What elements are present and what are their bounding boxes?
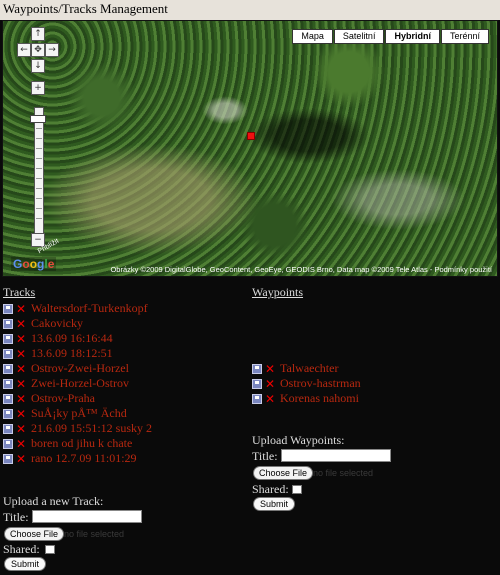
list-item: ✕ Ostrov-Praha xyxy=(3,391,152,406)
delete-icon[interactable]: ✕ xyxy=(16,408,27,420)
map-copyright: Obrázky ©2009 DigitalGlobe, GeoContent, … xyxy=(110,265,492,274)
list-item: ✕ SuÅ¡ky pÅ™ Ächd xyxy=(3,406,152,421)
google-logo: Google xyxy=(11,257,57,271)
save-icon[interactable] xyxy=(252,363,262,374)
save-icon[interactable] xyxy=(3,333,13,344)
delete-icon[interactable]: ✕ xyxy=(16,393,27,405)
center-icon[interactable]: ✥ xyxy=(31,43,45,57)
delete-icon[interactable]: ✕ xyxy=(16,303,27,315)
track-name[interactable]: Zwei-Horzel-Ostrov xyxy=(31,376,129,391)
zoom-slider-handle[interactable] xyxy=(30,115,46,123)
save-icon[interactable] xyxy=(3,303,13,314)
delete-icon[interactable]: ✕ xyxy=(265,393,276,405)
pan-up-icon[interactable]: ↑ xyxy=(31,27,45,41)
track-name[interactable]: Ostrov-Praha xyxy=(31,391,95,406)
waypoint-file-status: no file selected xyxy=(313,468,374,478)
save-icon[interactable] xyxy=(3,423,13,434)
map-type-bar: Mapa Satelitní Hybridní Terénní xyxy=(291,29,489,44)
track-file-status: no file selected xyxy=(64,529,125,539)
zoom-in-icon[interactable]: + xyxy=(31,81,45,95)
map-type-hybrid-button[interactable]: Hybridní xyxy=(385,29,440,44)
track-name[interactable]: boren od jihu k chate xyxy=(31,436,132,451)
list-item: ✕ Cakovicky xyxy=(3,316,152,331)
waypoint-shared-checkbox[interactable] xyxy=(292,485,302,494)
waypoint-list: ✕ Talwaechter ✕ Ostrov-hastrman ✕ Korenas n… xyxy=(252,361,361,406)
page-title: Waypoints/Tracks Management xyxy=(0,0,500,20)
track-name[interactable]: 21.6.09 15:51:12 susky 2 xyxy=(31,421,152,436)
list-item: ✕ Ostrov-Zwei-Horzel xyxy=(3,361,152,376)
upload-waypoints-heading: Upload Waypoints: xyxy=(252,433,345,447)
save-icon[interactable] xyxy=(3,318,13,329)
save-icon[interactable] xyxy=(3,393,13,404)
waypoint-marker-icon[interactable] xyxy=(247,132,255,140)
delete-icon[interactable]: ✕ xyxy=(16,363,27,375)
track-choose-file-button[interactable]: Choose File xyxy=(4,527,65,541)
waypoint-title-input[interactable] xyxy=(281,449,391,462)
delete-icon[interactable]: ✕ xyxy=(16,423,27,435)
save-icon[interactable] xyxy=(3,408,13,419)
zoom-slider[interactable] xyxy=(34,107,44,234)
save-icon[interactable] xyxy=(3,363,13,374)
map-type-terrain-button[interactable]: Terénní xyxy=(440,29,489,44)
list-item: ✕ Talwaechter xyxy=(252,361,361,376)
upload-track-heading: Upload a new Track: xyxy=(3,494,104,508)
track-shared-label: Shared: xyxy=(3,542,40,556)
list-item: ✕ rano 12.7.09 11:01:29 xyxy=(3,451,152,466)
save-icon[interactable] xyxy=(3,378,13,389)
waypoint-title-label: Title: xyxy=(252,449,278,463)
waypoint-choose-file-button[interactable]: Choose File xyxy=(253,466,314,480)
track-name[interactable]: Ostrov-Zwei-Horzel xyxy=(31,361,129,376)
pan-down-icon[interactable]: ↓ xyxy=(31,59,45,73)
pan-right-icon[interactable]: → xyxy=(45,43,59,57)
pan-left-icon[interactable]: ← xyxy=(17,43,31,57)
track-title-label: Title: xyxy=(3,510,29,524)
track-name[interactable]: SuÅ¡ky pÅ™ Ächd xyxy=(31,406,127,421)
list-item: ✕ boren od jihu k chate xyxy=(3,436,152,451)
list-item: ✕ Korenas nahomi xyxy=(252,391,361,406)
delete-icon[interactable]: ✕ xyxy=(16,438,27,450)
save-icon[interactable] xyxy=(252,393,262,404)
map-type-mapa-button[interactable]: Mapa xyxy=(292,29,333,44)
waypoints-heading[interactable]: Waypoints xyxy=(252,285,303,300)
track-name[interactable]: 13.6.09 16:16:44 xyxy=(31,331,113,346)
save-icon[interactable] xyxy=(3,438,13,449)
track-name[interactable]: 13.6.09 18:12:51 xyxy=(31,346,113,361)
delete-icon[interactable]: ✕ xyxy=(16,453,27,465)
list-item: ✕ 13.6.09 18:12:51 xyxy=(3,346,152,361)
save-icon[interactable] xyxy=(3,453,13,464)
waypoint-shared-label: Shared: xyxy=(252,482,289,496)
waypoint-name[interactable]: Ostrov-hastrman xyxy=(280,376,361,391)
track-submit-button[interactable]: Submit xyxy=(4,557,47,571)
track-title-input[interactable] xyxy=(32,510,142,523)
waypoint-submit-button[interactable]: Submit xyxy=(253,497,296,511)
delete-icon[interactable]: ✕ xyxy=(265,378,276,390)
tracks-heading[interactable]: Tracks xyxy=(3,285,35,300)
track-list: ✕ Waltersdorf-Turkenkopf ✕ Cakovicky ✕ 13.6… xyxy=(3,301,152,466)
track-name[interactable]: Cakovicky xyxy=(31,316,83,331)
list-item: ✕ 21.6.09 15:51:12 susky 2 xyxy=(3,421,152,436)
track-shared-checkbox[interactable] xyxy=(45,545,55,554)
delete-icon[interactable]: ✕ xyxy=(265,363,276,375)
track-name[interactable]: Waltersdorf-Turkenkopf xyxy=(31,301,148,316)
map-view[interactable]: Mapa Satelitní Hybridní Terénní ↑ ← ✥ → … xyxy=(2,20,498,277)
delete-icon[interactable]: ✕ xyxy=(16,378,27,390)
save-icon[interactable] xyxy=(3,348,13,359)
delete-icon[interactable]: ✕ xyxy=(16,318,27,330)
list-item: ✕ 13.6.09 16:16:44 xyxy=(3,331,152,346)
list-item: ✕ Waltersdorf-Turkenkopf xyxy=(3,301,152,316)
list-item: ✕ Zwei-Horzel-Ostrov xyxy=(3,376,152,391)
waypoint-name[interactable]: Korenas nahomi xyxy=(280,391,359,406)
map-type-satellite-button[interactable]: Satelitní xyxy=(333,29,385,44)
list-item: ✕ Ostrov-hastrman xyxy=(252,376,361,391)
save-icon[interactable] xyxy=(252,378,262,389)
track-name[interactable]: rano 12.7.09 11:01:29 xyxy=(31,451,137,466)
delete-icon[interactable]: ✕ xyxy=(16,333,27,345)
waypoint-name[interactable]: Talwaechter xyxy=(280,361,338,376)
delete-icon[interactable]: ✕ xyxy=(16,348,27,360)
